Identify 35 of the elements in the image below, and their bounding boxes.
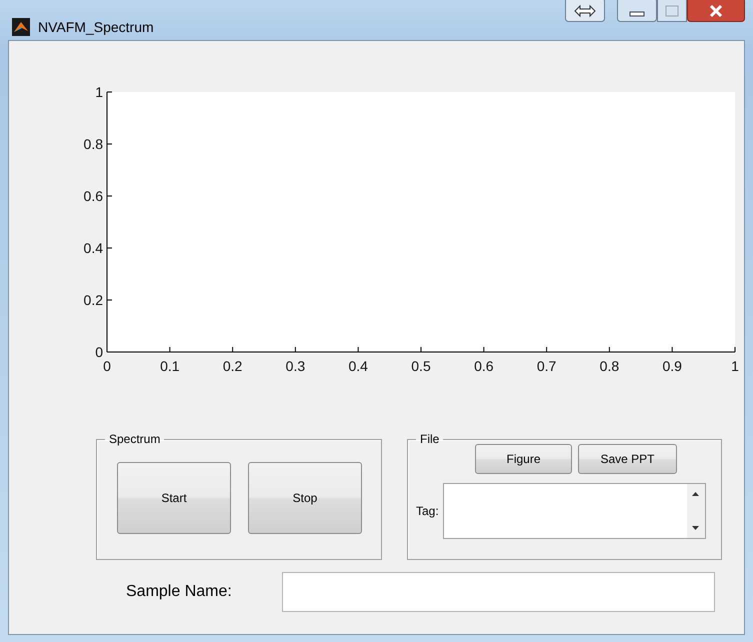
x-tick-label: 0.3: [286, 358, 306, 374]
scroll-down-icon[interactable]: [692, 526, 700, 530]
resize-arrows-icon[interactable]: [565, 0, 605, 22]
action-button[interactable]: Start: [117, 462, 231, 534]
scroll-up-icon[interactable]: [692, 492, 700, 496]
sample-name-label: Sample Name:: [126, 583, 233, 601]
x-tick-label: 0.5: [411, 358, 431, 374]
x-tick-label: 0: [103, 358, 111, 374]
action-button[interactable]: Save PPT: [578, 444, 677, 474]
tag-field[interactable]: [442, 483, 706, 539]
y-tick-label: 0: [95, 344, 103, 360]
x-tick-label: 1: [731, 358, 739, 374]
x-tick-label: 0.6: [474, 358, 494, 374]
sample-name-field[interactable]: [282, 572, 715, 612]
x-tick-label: 0.1: [160, 358, 180, 374]
y-tick-label: 1: [95, 84, 103, 100]
y-tick-label: 0.8: [84, 136, 103, 152]
window-title: NVAFM_Spectrum: [38, 18, 154, 36]
maximize-button[interactable]: [657, 0, 687, 22]
y-tick-label: 0.2: [84, 292, 103, 308]
group-title: File: [419, 432, 440, 446]
x-tick-label: 0.7: [536, 358, 556, 374]
minimize-button[interactable]: [617, 0, 657, 22]
group-title: Spectrum: [108, 432, 162, 446]
action-button[interactable]: Stop: [248, 462, 362, 534]
x-tick-label: 0.2: [222, 358, 242, 374]
x-tick-label: 0.9: [662, 358, 682, 374]
y-tick-label: 0.6: [84, 188, 103, 204]
tag-label: Tag:: [416, 504, 439, 518]
action-button[interactable]: Figure: [475, 444, 572, 474]
close-button[interactable]: [687, 0, 745, 22]
x-tick-label: 0.8: [600, 358, 620, 374]
app-icon: [12, 18, 30, 36]
x-tick-label: 0.4: [348, 358, 368, 374]
y-tick-label: 0.4: [84, 240, 103, 256]
